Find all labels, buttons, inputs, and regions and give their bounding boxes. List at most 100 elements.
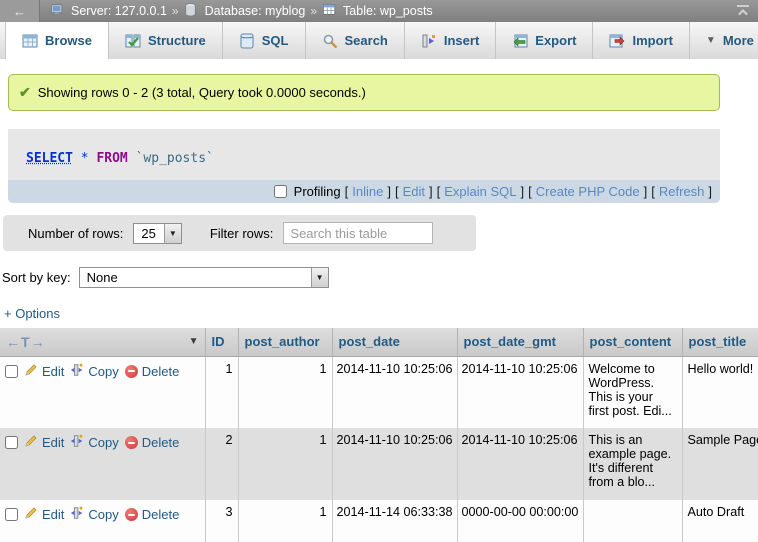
tab-import[interactable]: Import xyxy=(593,22,689,59)
filter-search-input[interactable] xyxy=(283,222,433,244)
rows-per-page-value: 25 xyxy=(134,224,163,243)
cell-post-title: Auto Draft xyxy=(682,500,758,542)
cell-id: 3 xyxy=(205,500,238,542)
cell-post-date-gmt: 2014-11-10 10:25:06 xyxy=(457,356,583,428)
sql-keyword-from: FROM xyxy=(96,151,127,166)
tab-browse[interactable]: Browse xyxy=(5,22,109,59)
row-actions-cell: Edit Copy Delete xyxy=(0,428,205,500)
copy-icon xyxy=(70,363,84,380)
edit-label: Edit xyxy=(42,364,64,379)
pivot-left-arrow-icon[interactable]: ← xyxy=(6,334,21,350)
cell-post-date: 2014-11-10 10:25:06 xyxy=(332,356,457,428)
tab-export[interactable]: Export xyxy=(496,22,593,59)
number-of-rows-label: Number of rows: xyxy=(28,226,123,241)
edit-label: Edit xyxy=(42,435,64,450)
column-header-id[interactable]: ID xyxy=(205,328,238,356)
tab-sql[interactable]: SQL xyxy=(223,22,306,59)
delete-label: Delete xyxy=(142,364,180,379)
column-header-post-date[interactable]: post_date xyxy=(332,328,457,356)
breadcrumb-bar: ← Server: 127.0.0.1 » Database: myblog »… xyxy=(0,0,758,22)
cell-id: 1 xyxy=(205,356,238,428)
bracket: ] xyxy=(429,184,433,199)
rows-per-page-select[interactable]: 25 ▼ xyxy=(133,223,181,244)
table-row: Edit Copy Delete 1 1 2014-11-10 1 xyxy=(0,356,758,428)
tab-structure-label: Structure xyxy=(148,33,206,48)
edit-row-link[interactable]: Edit xyxy=(24,434,64,451)
tab-more[interactable]: ▼ More xyxy=(690,22,758,59)
actions-header[interactable]: ←T→ ▼ xyxy=(0,328,205,356)
inline-link[interactable]: Inline xyxy=(352,184,383,199)
options-toggle-link[interactable]: + Options xyxy=(4,306,60,321)
bracket: ] xyxy=(521,184,525,199)
pencil-icon xyxy=(24,434,38,451)
dropdown-arrow-icon: ▼ xyxy=(311,268,328,287)
cell-post-title: Hello world! xyxy=(682,356,758,428)
pivot-t-icon[interactable]: T xyxy=(21,334,31,350)
copy-label: Copy xyxy=(88,507,118,522)
breadcrumb-database[interactable]: Database: myblog xyxy=(205,4,306,18)
bracket: [ xyxy=(345,184,349,199)
sort-row: Sort by key: None ▼ xyxy=(2,267,758,288)
filter-rows-label: Filter rows: xyxy=(210,226,274,241)
explain-sql-link[interactable]: Explain SQL xyxy=(444,184,516,199)
tab-import-label: Import xyxy=(632,33,672,48)
breadcrumb-separator: » xyxy=(172,4,179,18)
delete-label: Delete xyxy=(142,435,180,450)
delete-icon xyxy=(125,508,138,521)
row-checkbox[interactable] xyxy=(5,436,18,449)
bracket: [ xyxy=(395,184,399,199)
copy-row-link[interactable]: Copy xyxy=(70,434,118,451)
edit-label: Edit xyxy=(42,507,64,522)
edit-query-link[interactable]: Edit xyxy=(403,184,425,199)
sql-star: * xyxy=(81,151,89,166)
table-header-row: ←T→ ▼ ID post_author post_date post_date… xyxy=(0,328,758,356)
pencil-icon xyxy=(24,506,38,523)
row-checkbox[interactable] xyxy=(5,508,18,521)
column-header-post-title[interactable]: post_title xyxy=(682,328,758,356)
delete-row-link[interactable]: Delete xyxy=(125,364,180,379)
tab-export-label: Export xyxy=(535,33,576,48)
collapse-panel-button[interactable] xyxy=(728,4,758,19)
edit-row-link[interactable]: Edit xyxy=(24,506,64,523)
copy-row-link[interactable]: Copy xyxy=(70,506,118,523)
row-checkbox[interactable] xyxy=(5,365,18,378)
sort-by-key-value: None xyxy=(80,268,126,287)
create-php-code-link[interactable]: Create PHP Code xyxy=(536,184,640,199)
tab-search-label: Search xyxy=(345,33,388,48)
server-icon xyxy=(50,3,66,19)
tab-search[interactable]: Search xyxy=(306,22,405,59)
header-dropdown-icon[interactable]: ▼ xyxy=(189,336,199,347)
column-header-post-date-gmt[interactable]: post_date_gmt xyxy=(457,328,583,356)
breadcrumb-server[interactable]: Server: 127.0.0.1 xyxy=(71,4,167,18)
copy-row-link[interactable]: Copy xyxy=(70,363,118,380)
cell-post-author: 1 xyxy=(238,428,332,500)
sort-by-key-select[interactable]: None ▼ xyxy=(79,267,329,288)
delete-icon xyxy=(125,436,138,449)
column-header-post-author[interactable]: post_author xyxy=(238,328,332,356)
breadcrumb-table[interactable]: Table: wp_posts xyxy=(343,4,433,18)
column-header-post-content[interactable]: post_content xyxy=(583,328,682,356)
sql-keyword-select[interactable]: SELECT xyxy=(26,151,73,166)
cell-post-content xyxy=(583,500,682,542)
cell-post-date-gmt: 0000-00-00 00:00:00 xyxy=(457,500,583,542)
cell-post-date-gmt: 2014-11-10 10:25:06 xyxy=(457,428,583,500)
structure-icon xyxy=(125,33,141,49)
tab-structure[interactable]: Structure xyxy=(109,22,223,59)
cell-post-date: 2014-11-14 06:33:38 xyxy=(332,500,457,542)
delete-row-link[interactable]: Delete xyxy=(125,507,180,522)
tab-insert[interactable]: Insert xyxy=(405,22,496,59)
profiling-checkbox[interactable] xyxy=(274,185,287,198)
bracket: ] xyxy=(387,184,391,199)
bracket: ] xyxy=(644,184,648,199)
table-icon xyxy=(322,3,338,19)
import-icon xyxy=(609,33,625,49)
breadcrumb-separator-2: » xyxy=(310,4,317,18)
refresh-link[interactable]: Refresh xyxy=(659,184,705,199)
profiling-label: Profiling xyxy=(294,184,341,199)
edit-row-link[interactable]: Edit xyxy=(24,363,64,380)
back-button[interactable]: ← xyxy=(0,0,40,22)
export-icon xyxy=(512,33,528,49)
pivot-right-arrow-icon[interactable]: → xyxy=(31,334,46,350)
copy-label: Copy xyxy=(88,364,118,379)
delete-row-link[interactable]: Delete xyxy=(125,435,180,450)
